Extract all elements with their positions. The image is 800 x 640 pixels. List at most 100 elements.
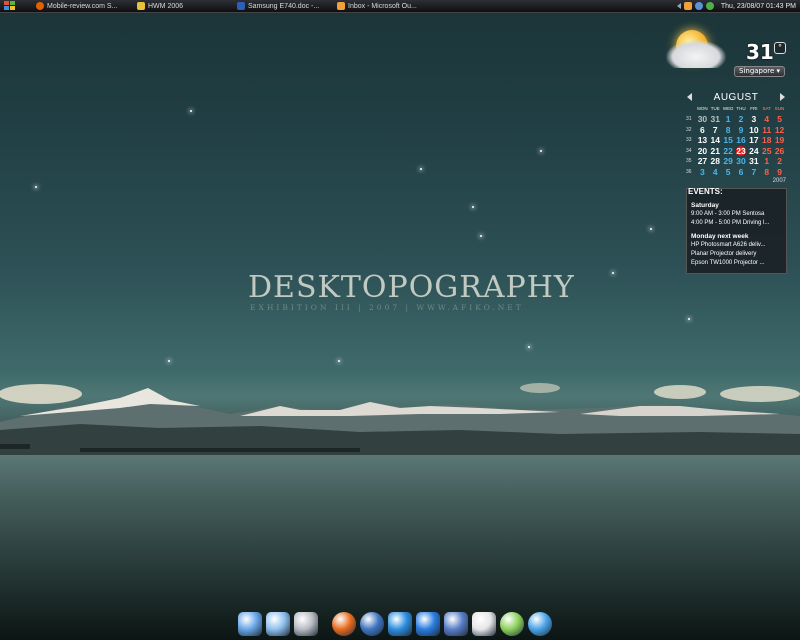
partly-cloudy-icon	[666, 40, 726, 68]
calendar-day[interactable]: 20	[696, 146, 709, 157]
calendar-year: 2007	[772, 178, 786, 184]
calendar-day[interactable]: 25	[760, 146, 773, 157]
tray-network-icon[interactable]	[694, 2, 703, 10]
calendar-day[interactable]: 5	[773, 114, 786, 125]
temperature-unit-toggle[interactable]: °	[774, 42, 786, 54]
event-item[interactable]: 9:00 AM - 3:00 PM Sentosa	[691, 210, 783, 219]
taskbar-item-samsung-doc[interactable]: Samsung E740.doc -...	[237, 1, 329, 11]
weekday-label: TUE	[710, 106, 720, 111]
star	[540, 150, 542, 152]
calendar-day[interactable]: 14	[709, 135, 722, 146]
calendar-day[interactable]: 29	[722, 156, 735, 167]
shoreline	[80, 448, 360, 452]
calendar-day[interactable]: 26	[773, 146, 786, 157]
calendar-day[interactable]: 12	[773, 125, 786, 136]
calendar-day[interactable]: 22	[722, 146, 735, 157]
weekday-label: WED	[722, 106, 734, 111]
calendar-day-grid: 30 31 1 2 3 4 5 6 7 8 9 10 11 12 13 14 15 16 17 18 19 20 21 22 2…	[696, 114, 786, 177]
calendar-day[interactable]: 5	[722, 167, 735, 178]
star	[472, 206, 474, 208]
calendar-day[interactable]: 30	[735, 156, 748, 167]
calendar-day[interactable]: 31	[747, 156, 760, 167]
calendar-day[interactable]: 10	[747, 125, 760, 136]
internet-explorer-icon[interactable]	[416, 612, 440, 636]
cloud-center	[520, 383, 560, 393]
calendar-day[interactable]: 2	[735, 114, 748, 125]
temperature: 31	[746, 40, 774, 64]
events-widget[interactable]: EVENTS: Saturday 9:00 AM - 3:00 PM Sento…	[686, 187, 787, 274]
calendar-day[interactable]: 6	[735, 167, 748, 178]
firefox-icon[interactable]	[332, 612, 356, 636]
mountain-range	[0, 383, 800, 462]
calendar-week-numbers: 31 32 33 34 35 36	[686, 114, 696, 177]
winamp-icon[interactable]	[388, 612, 412, 636]
event-group-heading: Monday next week	[691, 233, 749, 240]
event-item[interactable]: Planar Projector delivery	[691, 250, 783, 259]
city-selector[interactable]: Singapore ▾	[734, 66, 786, 77]
wallpaper-subtitle: EXHIBITION III | 2007 | WWW.AFIKO.NET	[250, 303, 524, 312]
calendar-day[interactable]: 31	[709, 114, 722, 125]
taskbar-item-mobile-review[interactable]: Mobile-review.com S...	[36, 1, 128, 11]
calendar-day[interactable]: 27	[696, 156, 709, 167]
notes-icon[interactable]	[472, 612, 496, 636]
calendar-day[interactable]: 21	[709, 146, 722, 157]
calendar-day[interactable]: 7	[747, 167, 760, 178]
events-list: Saturday 9:00 AM - 3:00 PM Sentosa 4:00 …	[691, 201, 783, 268]
mail-stamp-icon[interactable]	[444, 612, 468, 636]
star	[168, 360, 170, 362]
tray-expand-icon[interactable]	[676, 3, 681, 9]
week-number: 33	[686, 137, 692, 143]
weekday-label: FRI	[750, 106, 758, 111]
messenger-icon[interactable]	[528, 612, 552, 636]
taskbar-item-outlook[interactable]: Inbox - Microsoft Ou...	[337, 1, 429, 11]
calendar-day[interactable]: 2	[773, 156, 786, 167]
taskbar-item-hwm[interactable]: HWM 2006	[137, 1, 229, 11]
star	[338, 360, 340, 362]
taskbar-item-label: HWM 2006	[148, 2, 184, 10]
cloud-far-right	[720, 386, 800, 402]
folder-icon[interactable]	[266, 612, 290, 636]
calendar-day[interactable]: 30	[696, 114, 709, 125]
start-button[interactable]	[4, 1, 16, 11]
star	[35, 186, 37, 188]
thunderbird-icon[interactable]	[360, 612, 384, 636]
calendar-day[interactable]: 7	[709, 125, 722, 136]
calendar-day[interactable]: 18	[760, 135, 773, 146]
calendar-day[interactable]: 1	[760, 156, 773, 167]
itunes-icon[interactable]	[500, 612, 524, 636]
event-item[interactable]: 4:00 PM - 5:00 PM Driving l...	[691, 219, 783, 228]
calendar-day[interactable]: 23	[734, 145, 748, 156]
calendar-day[interactable]: 15	[722, 135, 735, 146]
calendar-day[interactable]: 9	[735, 125, 748, 136]
calendar-day[interactable]: 3	[747, 114, 760, 125]
calendar-day[interactable]: 19	[773, 135, 786, 146]
finder-icon[interactable]	[238, 612, 262, 636]
taskbar-item-label: Samsung E740.doc -...	[248, 2, 320, 10]
calendar-next-arrow-icon[interactable]	[780, 93, 785, 101]
calendar-day[interactable]: 28	[709, 156, 722, 167]
event-item[interactable]: HP Photosmart A626 deliv...	[691, 241, 783, 250]
calendar-day[interactable]: 11	[760, 125, 773, 136]
calendar-day[interactable]: 17	[747, 135, 760, 146]
calendar-day[interactable]: 3	[696, 167, 709, 178]
event-item[interactable]: Epson TW1000 Projector ...	[691, 259, 783, 268]
calendar-day[interactable]: 16	[735, 135, 748, 146]
trash-icon[interactable]	[294, 612, 318, 636]
calendar-day[interactable]: 4	[760, 114, 773, 125]
calendar-day[interactable]: 1	[722, 114, 735, 125]
tray-app-icon[interactable]	[683, 2, 692, 10]
calendar-day[interactable]: 13	[696, 135, 709, 146]
calendar-day[interactable]: 8	[760, 167, 773, 178]
weekday-label: THU	[736, 106, 746, 111]
folder-icon	[137, 2, 145, 10]
clock[interactable]: Thu, 23/08/07 01:43 PM	[721, 3, 796, 10]
weather-widget[interactable]: 31 ° Singapore ▾	[662, 26, 790, 82]
calendar-day[interactable]: 6	[696, 125, 709, 136]
calendar-day[interactable]: 4	[709, 167, 722, 178]
week-number: 34	[686, 147, 692, 154]
calendar-day[interactable]: 8	[722, 125, 735, 136]
tray-messenger-icon[interactable]	[705, 2, 714, 10]
firefox-icon	[36, 2, 44, 10]
calendar-day[interactable]: 24	[747, 146, 760, 157]
calendar-day[interactable]: 9	[773, 167, 786, 178]
